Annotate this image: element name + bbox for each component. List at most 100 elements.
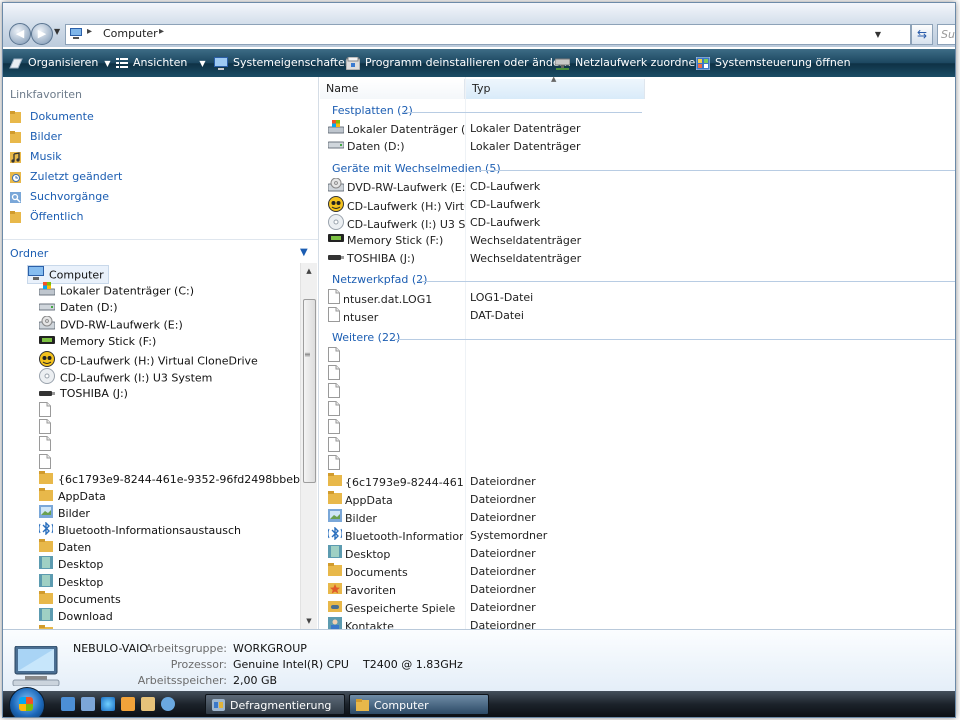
forward-button[interactable]: ▶ — [31, 23, 53, 45]
show-desktop-icon[interactable] — [61, 697, 75, 711]
details-pane: NEBULO-VAIO Arbeitsgruppe: WORKGROUP Pro… — [3, 629, 955, 692]
tree-item[interactable]: CD-Laufwerk (H:) Virtual CloneDrive — [39, 351, 258, 368]
start-button[interactable] — [9, 687, 45, 717]
views-button[interactable]: Ansichten ▼ — [116, 49, 206, 77]
file-row[interactable]: TOSHIBA (J:) Wechseldatenträger — [328, 250, 581, 268]
folder-icon — [328, 491, 342, 510]
tree-item[interactable]: Bilder — [39, 505, 90, 522]
cpu-model: T2400 @ 1.83GHz — [363, 658, 463, 671]
recent-pages-dropdown-icon[interactable]: ▼ — [54, 27, 60, 36]
tree-item[interactable] — [39, 419, 56, 436]
system-properties-button[interactable]: Systemeigenschaften — [214, 49, 352, 77]
address-box[interactable]: ▸ Computer ▸ ▼ — [65, 24, 911, 45]
tree-item[interactable]: Download — [39, 608, 113, 625]
media-player-icon[interactable] — [121, 697, 135, 711]
taskbar-button-computer[interactable]: Computer — [349, 694, 489, 715]
file-row[interactable]: Lokaler Datenträger (C:) Lokaler Datenträ… — [327, 120, 581, 138]
views-label: Ansichten — [133, 56, 188, 69]
file-row[interactable] — [328, 347, 461, 365]
open-control-panel-button[interactable]: Systemsteuerung öffnen — [696, 49, 851, 77]
file-row[interactable]: Bluetooth-Information... Systemordner — [327, 526, 547, 545]
file-row[interactable]: Daten (D:) Lokaler Datenträger — [327, 138, 581, 156]
file-row[interactable]: Gespeicherte Spiele Dateiordner — [328, 599, 536, 617]
file-row[interactable]: Documents Dateiordner — [328, 563, 536, 581]
file-row[interactable]: AppData Dateiordner — [328, 491, 536, 510]
tree-item[interactable]: Desktop — [39, 574, 103, 591]
internet-explorer-icon[interactable] — [101, 697, 115, 711]
quicklaunch-app-icon[interactable] — [161, 697, 175, 711]
back-button[interactable]: ◀ — [9, 23, 31, 45]
scroll-down-icon[interactable]: ▼ — [301, 613, 317, 629]
taskbar-button-defragmentierung[interactable]: Defragmentierung — [205, 694, 345, 715]
cpu-label: Prozessor: — [170, 658, 227, 671]
group-header-festplatten[interactable]: Festplatten (2) — [332, 103, 413, 119]
chevron-down-icon[interactable]: ▼ — [300, 247, 308, 258]
file-row[interactable]: CD-Laufwerk (H:) Virtu...CD-Laufwerk — [328, 196, 540, 214]
refresh-button[interactable]: ⇆ — [911, 24, 933, 45]
file-row[interactable]: {6c1793e9-8244-461e-9... Dateiordner — [328, 473, 536, 491]
file-row[interactable] — [328, 365, 461, 383]
computer-icon — [12, 646, 60, 686]
tree-item[interactable] — [39, 454, 56, 471]
breadcrumb-computer[interactable]: Computer — [103, 27, 158, 40]
file-row[interactable]: Kontakte Dateiordner — [328, 617, 536, 629]
breadcrumb-separator-icon[interactable]: ▸ — [87, 26, 92, 37]
tree-item[interactable]: Lokaler Datenträger (C:) — [38, 282, 194, 299]
breadcrumb-separator-icon[interactable]: ▸ — [159, 26, 164, 37]
file-row[interactable] — [328, 383, 461, 401]
tree-item[interactable]: CD-Laufwerk (I:) U3 System — [39, 368, 212, 385]
tree-item[interactable]: AppData — [39, 488, 106, 505]
file-type: Dateiordner — [470, 565, 536, 578]
file-row[interactable] — [328, 455, 461, 473]
organize-icon — [9, 58, 23, 69]
file-type: Dateiordner — [470, 601, 536, 614]
chevron-down-icon: ▼ — [104, 59, 111, 68]
imgfolder-icon — [39, 505, 53, 523]
imgfolder-icon — [328, 509, 342, 528]
file-row[interactable]: Memory Stick (F:) Wechseldatenträger — [328, 232, 581, 250]
tree-item[interactable]: TOSHIBA (J:) — [39, 385, 128, 402]
tree-item[interactable]: Desktop — [39, 556, 103, 573]
organize-label: Organisieren — [28, 56, 99, 69]
tree-item[interactable] — [39, 402, 56, 419]
file-type: Wechseldatenträger — [470, 252, 582, 265]
group-header-wechselmedien[interactable]: Geräte mit Wechselmedien (5) — [332, 161, 501, 177]
address-dropdown-icon[interactable]: ▼ — [870, 26, 886, 43]
tree-item[interactable]: Memory Stick (F:) — [39, 333, 156, 350]
file-row[interactable]: CD-Laufwerk (I:) U3 Sy...CD-Laufwerk — [328, 214, 540, 232]
defrag-icon — [212, 699, 225, 711]
file-row[interactable]: Bilder Dateiordner — [328, 509, 536, 528]
tree-item[interactable]: Daten (D:) — [38, 299, 118, 316]
file-name: AppData — [345, 493, 393, 507]
switch-windows-icon[interactable] — [81, 697, 95, 711]
file-type: Wechseldatenträger — [470, 234, 582, 247]
tree-item[interactable]: Daten — [39, 539, 91, 556]
tree-item[interactable]: {6c1793e9-8244-461e-9352-96fd2498bbeb} — [39, 471, 300, 488]
file-name: Bluetooth-Information... — [345, 529, 463, 543]
tree-item[interactable]: Bluetooth-Informationsaustausch — [38, 521, 241, 539]
scrollbar-thumb[interactable] — [303, 299, 316, 483]
map-network-drive-button[interactable]: Netzlaufwerk zuordnen — [555, 49, 702, 77]
search-input[interactable]: Su — [937, 24, 955, 45]
organize-button[interactable]: Organisieren ▼ — [9, 49, 110, 77]
file-type: DAT-Datei — [470, 309, 524, 322]
group-header-weitere[interactable]: Weitere (22) — [332, 330, 400, 346]
tree-item[interactable] — [39, 436, 56, 453]
file-row[interactable] — [328, 437, 461, 455]
tree-item[interactable]: Documents — [39, 591, 121, 608]
file-row[interactable] — [328, 419, 461, 437]
file-row[interactable]: Desktop Dateiordner — [328, 545, 536, 563]
quicklaunch-app-icon[interactable] — [141, 697, 155, 711]
scroll-up-icon[interactable]: ▲ — [301, 263, 317, 279]
group-header-netzwerk[interactable]: Netzwerkpfad (2) — [332, 272, 427, 288]
uninstall-program-button[interactable]: Programm deinstallieren oder ändern — [346, 49, 571, 77]
file-type: Lokaler Datenträger — [470, 140, 581, 153]
file-row[interactable]: Favoriten Dateiordner — [328, 581, 536, 599]
file-row[interactable]: DVD-RW-Laufwerk (E:) CD-Laufwerk — [327, 177, 540, 196]
folder-tree-scrollbar[interactable]: ▲ ≡ ▼ — [300, 263, 317, 629]
file-row[interactable] — [328, 401, 461, 419]
tree-item[interactable]: DVD-RW-Laufwerk (E:) — [38, 315, 183, 333]
file-row[interactable]: ntuser DAT-Datei — [328, 307, 524, 325]
file-row[interactable]: ntuser.dat.LOG1 LOG1-Datei — [328, 289, 533, 307]
task-label: Computer — [374, 699, 429, 712]
